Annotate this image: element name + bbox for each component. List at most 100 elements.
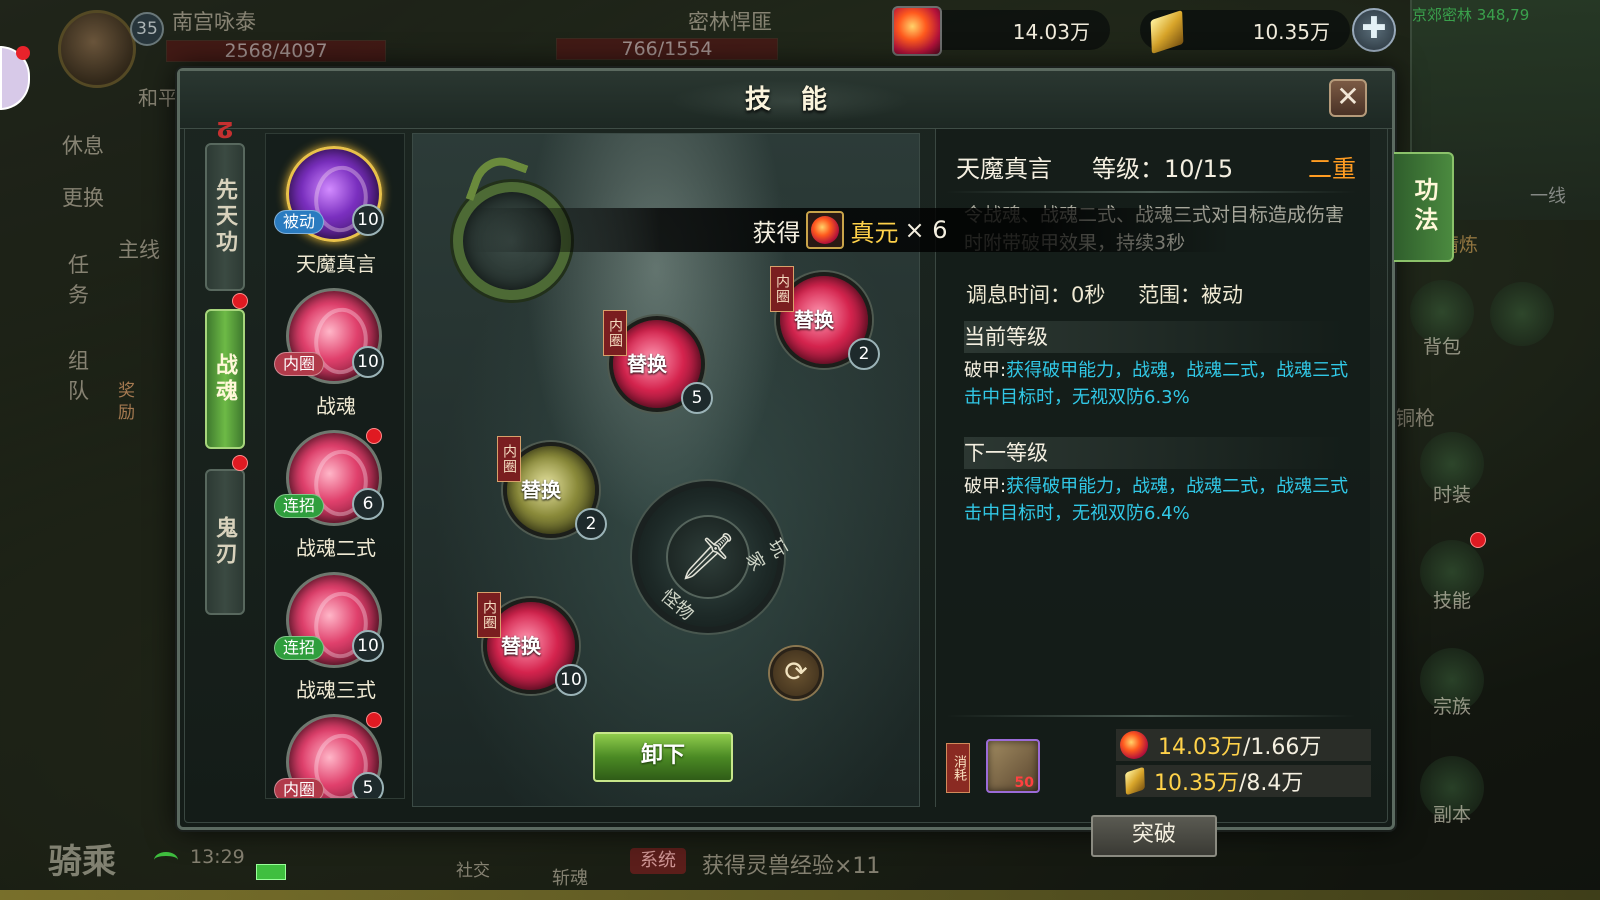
cost-area: 消耗 50 14.03万 /1.66万 10.35万 /8.4万 [946, 727, 1371, 797]
dagger-icon: 🗡 [666, 515, 750, 599]
team-tab[interactable]: 组队 [68, 346, 94, 406]
equip-slot-2[interactable]: 内圈 替换 5 [603, 310, 713, 414]
next-level-title: 下一等级 [964, 437, 1344, 469]
resource-a-value: 14.03万 [1012, 19, 1090, 44]
skill-badge: 连招 [274, 636, 325, 660]
next-level-key: 破甲: [964, 476, 1007, 497]
skill-badge: 被动 [274, 210, 325, 234]
skill-cooldown: 调息时间：0秒 [966, 283, 1106, 307]
tab-innate-skill[interactable]: 先天功 [205, 143, 245, 291]
skill-red-dot [1470, 532, 1486, 548]
cost-tag: 消耗 [946, 743, 970, 793]
skill-book-icon[interactable]: 50 [986, 739, 1040, 793]
copper-label: 铜枪 [1395, 406, 1435, 430]
cost-gold-have: 10.35万 [1154, 771, 1239, 796]
player-hp-bar: 2568/4097 [166, 40, 386, 62]
slay-button[interactable]: 斩魂 [552, 864, 588, 890]
server-line[interactable]: 一线 [1530, 182, 1566, 208]
slot-level: 2 [848, 338, 880, 370]
target-mode-dial[interactable]: 🗡 玩家 怪物 [632, 481, 791, 633]
change-button[interactable]: 更换 [62, 182, 104, 212]
skill-name: 天魔真言 [296, 252, 376, 276]
tab-technique[interactable]: 功法 [1394, 152, 1454, 262]
tab-battle-soul-red-dot [232, 293, 248, 309]
skill-stats: 调息时间：0秒 范围：被动 [966, 279, 1269, 309]
reward-label[interactable]: 奖励 [118, 380, 146, 424]
battery-icon [256, 864, 286, 880]
acquire-toast: 获得 真元 × 6 [470, 208, 1230, 252]
skill-info-level: 等级：10/15 [1092, 155, 1234, 183]
system-tag: 系统 [630, 848, 686, 874]
slot-level: 2 [575, 508, 607, 540]
sect-label: 宗族 [1432, 696, 1471, 718]
equip-slot-3[interactable]: 内圈 替换 2 [497, 436, 607, 540]
slot-tag: 内圈 [477, 592, 501, 638]
skill-red-dot [366, 712, 382, 728]
system-message: 获得灵兽经验×11 [702, 854, 881, 879]
unload-button[interactable]: 卸下 [593, 732, 733, 782]
shop-button[interactable] [1490, 282, 1554, 346]
tab-cap-ornament: ⵒ [217, 119, 233, 144]
main-quest-label: 主线 [118, 238, 160, 262]
toast-item: 真元 [850, 218, 899, 247]
cost-essence-need: /1.66万 [1242, 735, 1322, 760]
skill-dialog: 技能 ✕ ⵒ 先天功 战魂 鬼刃 被动 10 天魔真言 内圈 10 战魂 连招 … [177, 68, 1395, 857]
true-essence-icon [892, 6, 942, 56]
rest-button[interactable]: 休息 [62, 130, 104, 160]
target-name: 密林悍匪 [688, 10, 772, 34]
close-button[interactable]: ✕ [1329, 79, 1367, 117]
skill-item-zhanhun-2[interactable]: 连招 6 战魂二式 [266, 424, 404, 564]
player-portrait[interactable] [58, 10, 136, 88]
fashion-label: 时装 [1432, 484, 1471, 506]
slot-label: 替换 [627, 352, 667, 376]
skill-item-tianmo[interactable]: 被动 10 天魔真言 [266, 140, 404, 280]
next-level-desc: 破甲:获得破甲能力，战魂，战魂二式，战魂三式击中目标时，无视双防6.4% [964, 473, 1359, 527]
skill-item-zhanhun[interactable]: 内圈 10 战魂 [266, 282, 404, 422]
skill-info-header: 天魔真言 等级：10/15 二重 [956, 149, 1356, 184]
skill-level: 10 [352, 346, 384, 378]
peace-mode[interactable]: 和平 [138, 82, 178, 111]
dungeon-label: 副本 [1432, 804, 1471, 826]
expand-plus-icon[interactable]: ✚ [1352, 8, 1396, 52]
clock: 13:29 [190, 846, 245, 868]
bag-label: 背包 [1422, 336, 1461, 358]
skill-item-5[interactable]: 内圈 5 [266, 708, 404, 798]
dialog-title-bar: 技能 ✕ [180, 71, 1392, 129]
true-essence-icon [1120, 731, 1148, 759]
exp-bar [0, 890, 1600, 900]
skill-badge: 内圈 [274, 778, 325, 798]
quest-tab[interactable]: 任务 [68, 250, 94, 310]
skill-name: 战魂三式 [296, 678, 376, 702]
refresh-icon[interactable]: ⟳ [770, 647, 822, 699]
current-level-title: 当前等级 [964, 321, 1344, 353]
gold-ingot-icon [1125, 766, 1145, 796]
slot-label: 替换 [521, 478, 561, 502]
skill-info-tier: 二重 [1308, 155, 1356, 183]
next-level-text: 获得破甲能力，战魂，战魂二式，战魂三式击中目标时，无视双防6.4% [964, 476, 1349, 524]
tab-battle-soul[interactable]: 战魂 [205, 309, 245, 449]
equip-slot-1[interactable]: 内圈 替换 2 [770, 266, 880, 370]
skill-level: 6 [352, 488, 384, 520]
skill-name: 战魂二式 [296, 536, 376, 560]
slot-label: 替换 [794, 308, 834, 332]
cost-row-essence: 14.03万 /1.66万 [1116, 729, 1371, 761]
skill-item-zhanhun-3[interactable]: 连招 10 战魂三式 [266, 566, 404, 706]
cost-row-gold: 10.35万 /8.4万 [1116, 765, 1371, 797]
breakthrough-button[interactable]: 突破 [1091, 815, 1217, 857]
true-essence-icon [806, 211, 845, 249]
skill-name: 战魂 [316, 394, 356, 418]
ride-button[interactable]: 骑乘 [48, 834, 116, 883]
current-level-key: 破甲: [964, 360, 1007, 381]
tab-ghost-blade-red-dot [232, 455, 248, 471]
skill-list[interactable]: 被动 10 天魔真言 内圈 10 战魂 连招 6 战魂二式 连招 10 战魂三式… [265, 133, 405, 799]
equip-slot-4[interactable]: 内圈 替换 10 [477, 592, 587, 696]
tab-ghost-blade[interactable]: 鬼刃 [205, 469, 245, 615]
slot-label: 替换 [501, 634, 541, 658]
slot-tag: 内圈 [603, 310, 627, 356]
toast-prefix: 获得 [752, 218, 801, 247]
cost-essence-have: 14.03万 [1158, 735, 1243, 760]
social-button[interactable]: 社交 [456, 856, 490, 881]
slot-tag: 内圈 [497, 436, 521, 482]
player-level: 35 [130, 12, 164, 46]
skill-range: 范围：被动 [1138, 283, 1244, 307]
